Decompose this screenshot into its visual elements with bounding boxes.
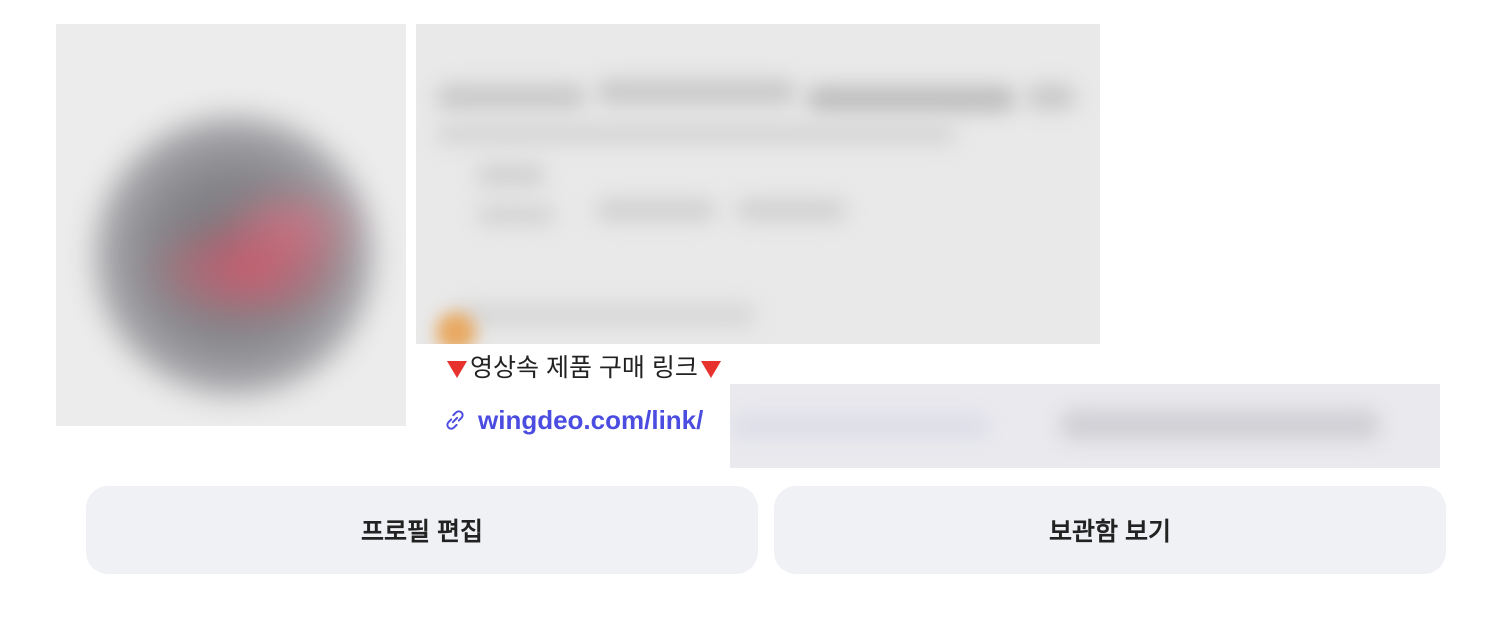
bio-caption: 영상속 제품 구매 링크 [444,352,724,384]
red-triangle-down-icon [447,360,467,378]
bio-link-text: wingdeo.com/link/ [478,405,704,435]
edit-profile-button[interactable]: 프로필 편집 [86,486,758,574]
avatar-image-blurred [94,116,374,396]
red-triangle-down-icon [700,360,721,378]
bio-redacted-area [416,24,1100,344]
view-archive-button[interactable]: 보관함 보기 [774,486,1446,574]
link-redacted-area [730,384,1440,468]
bio-caption-text: 영상속 제품 구매 링크 [470,354,698,382]
profile-avatar[interactable] [56,24,406,426]
bio-link[interactable]: wingdeo.com/link/ [442,402,703,438]
link-icon [446,410,464,430]
